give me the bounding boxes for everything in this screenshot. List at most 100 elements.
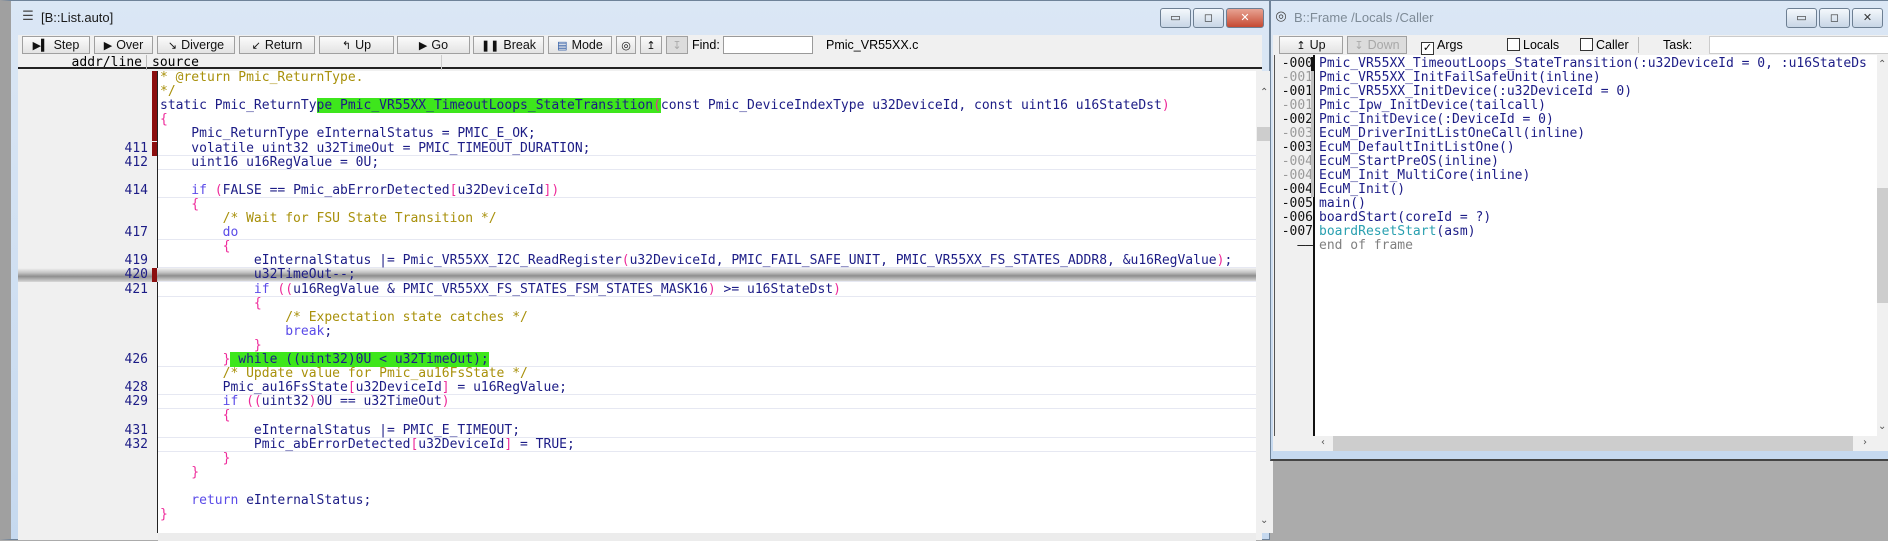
stack-frame-row[interactable]: EcuM_Init_MultiCore(inline): [1315, 169, 1877, 183]
addr-line-column-header[interactable]: addr/line: [18, 55, 147, 70]
source-line[interactable]: {: [158, 113, 1256, 127]
scroll-up-icon[interactable]: ⌃: [1878, 59, 1886, 70]
list-scroll-thumb[interactable]: [1257, 127, 1271, 141]
stack-frame-list[interactable]: Pmic_VR55XX_TimeoutLoops_StateTransition…: [1315, 55, 1877, 436]
minimize-button[interactable]: ▭: [1786, 8, 1817, 28]
line-number[interactable]: 417: [28, 225, 148, 240]
source-line[interactable]: Pmic_au16FsState[u32DeviceId] = u16RegVa…: [158, 381, 1256, 396]
source-line[interactable]: /* Wait for FSU State Transition */: [158, 211, 1256, 226]
line-number[interactable]: 412: [28, 155, 148, 170]
frame-vertical-scrollbar[interactable]: ⌃ ⌄: [1877, 55, 1888, 436]
minimize-button[interactable]: ▭: [1160, 8, 1191, 28]
scroll-up-icon[interactable]: ⌃: [1260, 87, 1268, 98]
source-line[interactable]: } while ((uint32)0U < u32TimeOut);: [158, 352, 1256, 368]
stack-up-button[interactable]: ↥: [640, 36, 662, 54]
line-number[interactable]: 432: [28, 437, 148, 452]
source-line[interactable]: if ((u16RegValue & PMIC_VR55XX_FS_STATES…: [158, 282, 1256, 297]
go-button[interactable]: ▶ Go: [397, 36, 470, 54]
source-code-view[interactable]: * @return Pmic_ReturnType. */static Pmic_…: [158, 71, 1256, 533]
breakpoint-marker[interactable]: [152, 141, 157, 156]
source-line[interactable]: break;: [158, 324, 1256, 339]
mode-button[interactable]: ▤ Mode: [548, 36, 612, 54]
source-line[interactable]: * @return Pmic_ReturnType.: [158, 71, 1256, 85]
find-input[interactable]: [723, 36, 813, 54]
over-button[interactable]: ▶ Over: [94, 36, 153, 54]
source-line[interactable]: static Pmic_ReturnType Pmic_VR55XX_Timeo…: [158, 98, 1256, 114]
source-line[interactable]: if ((uint32)0U == u32TimeOut): [158, 395, 1256, 410]
maximize-button[interactable]: ◻: [1819, 8, 1850, 28]
source-line[interactable]: [158, 170, 1256, 184]
task-input[interactable]: [1709, 36, 1888, 54]
stack-frame-row[interactable]: EcuM_Init(): [1315, 183, 1877, 197]
line-number[interactable]: 414: [28, 183, 148, 198]
line-number[interactable]: 429: [28, 395, 148, 409]
line-number[interactable]: 426: [28, 352, 148, 367]
line-number[interactable]: 421: [28, 282, 148, 297]
line-number[interactable]: 420: [28, 268, 148, 282]
stack-frame-row[interactable]: Pmic_VR55XX_InitDevice(:u32DeviceId = 0): [1315, 85, 1877, 99]
frame-down-button[interactable]: ↧ Down: [1347, 36, 1407, 54]
source-line[interactable]: {: [158, 240, 1256, 254]
list-window-titlebar[interactable]: ☰ [B::List.auto] ▭ ◻ ✕: [11, 1, 1269, 35]
source-line[interactable]: }: [158, 451, 1256, 466]
locals-checkbox[interactable]: Locals: [1507, 38, 1559, 52]
scroll-right-icon[interactable]: ›: [1863, 437, 1867, 448]
breakpoint-marker[interactable]: [152, 99, 157, 114]
source-line[interactable]: {: [158, 409, 1256, 423]
frame-scroll-thumb[interactable]: [1877, 188, 1888, 303]
stack-frame-row[interactable]: Pmic_VR55XX_TimeoutLoops_StateTransition…: [1315, 57, 1877, 71]
stack-frame-row[interactable]: EcuM_DefaultInitListOne(): [1315, 141, 1877, 155]
step-button[interactable]: ▶▍ Step: [22, 36, 90, 54]
source-line[interactable]: eInternalStatus |= PMIC_E_TIMEOUT;: [158, 423, 1256, 438]
stack-frame-row[interactable]: end of frame: [1315, 239, 1877, 253]
breakpoint-marker[interactable]: [152, 268, 157, 283]
stack-frame-row[interactable]: EcuM_StartPreOS(inline): [1315, 155, 1877, 169]
break-button[interactable]: ❚❚ Break: [473, 36, 544, 54]
frame-up-button[interactable]: ↥ Up: [1279, 36, 1343, 54]
source-line[interactable]: /* Update value for Pmic_au16FsState */: [158, 367, 1256, 381]
scroll-left-icon[interactable]: ‹: [1321, 437, 1325, 448]
breakpoint-marker[interactable]: [152, 127, 157, 142]
source-line[interactable]: [158, 480, 1256, 494]
stack-frame-row[interactable]: boardStart(coreId = ?): [1315, 211, 1877, 225]
source-line[interactable]: return eInternalStatus;: [158, 493, 1256, 508]
frame-horizontal-scrollbar[interactable]: ‹ ›: [1315, 436, 1888, 451]
source-line[interactable]: */: [158, 85, 1256, 99]
stack-frame-row[interactable]: boardResetStart(asm): [1315, 225, 1877, 239]
source-line[interactable]: eInternalStatus |= Pmic_VR55XX_I2C_ReadR…: [158, 254, 1256, 269]
line-number[interactable]: 428: [28, 381, 148, 395]
line-number[interactable]: 419: [28, 254, 148, 268]
frame-hscroll-thumb[interactable]: [1333, 436, 1853, 451]
stack-frame-row[interactable]: Pmic_VR55XX_InitFailSafeUnit(inline): [1315, 71, 1877, 85]
breakpoint-marker[interactable]: [152, 85, 157, 100]
close-button[interactable]: ✕: [1852, 8, 1883, 28]
frame-window-titlebar[interactable]: ◎ B::Frame /Locals /Caller ▭ ◻ ✕: [1271, 1, 1888, 35]
source-column-header[interactable]: source: [152, 55, 442, 70]
close-button[interactable]: ✕: [1226, 8, 1264, 28]
diverge-button[interactable]: ↘ Diverge: [157, 36, 235, 54]
return-button[interactable]: ↙ Return: [239, 36, 315, 54]
source-line[interactable]: }: [158, 508, 1256, 522]
line-number[interactable]: 411: [28, 141, 148, 156]
source-line[interactable]: if (FALSE == Pmic_abErrorDetected[u32Dev…: [158, 183, 1256, 198]
stack-frame-row[interactable]: EcuM_DriverInitListOneCall(inline): [1315, 127, 1877, 141]
source-line[interactable]: }: [158, 338, 1256, 353]
scroll-down-icon[interactable]: ⌄: [1878, 421, 1886, 432]
source-line[interactable]: {: [158, 197, 1256, 212]
source-line[interactable]: Pmic_ReturnType eInternalStatus = PMIC_E…: [158, 127, 1256, 141]
stack-frame-row[interactable]: Pmic_InitDevice(:DeviceId = 0): [1315, 113, 1877, 127]
caller-checkbox[interactable]: Caller: [1580, 38, 1629, 52]
source-line[interactable]: volatile uint32 u32TimeOut = PMIC_TIMEOU…: [158, 141, 1256, 156]
source-line[interactable]: uint16 u16RegValue = 0U;: [158, 155, 1256, 170]
stack-down-button[interactable]: ↧: [666, 36, 688, 54]
up-button[interactable]: ↰ Up: [319, 36, 394, 54]
source-line[interactable]: {: [158, 296, 1256, 311]
line-number[interactable]: 431: [28, 423, 148, 438]
source-line[interactable]: }: [158, 465, 1256, 480]
stack-frame-row[interactable]: Pmic_Ipw_InitDevice(tailcall): [1315, 99, 1877, 113]
stack-frame-row[interactable]: main(): [1315, 197, 1877, 211]
scroll-down-icon[interactable]: ⌄: [1260, 515, 1268, 526]
source-line[interactable]: /* Expectation state catches */: [158, 310, 1256, 325]
frame-view-button[interactable]: ◎: [616, 36, 636, 54]
args-checkbox[interactable]: ✓ Args: [1421, 38, 1463, 55]
